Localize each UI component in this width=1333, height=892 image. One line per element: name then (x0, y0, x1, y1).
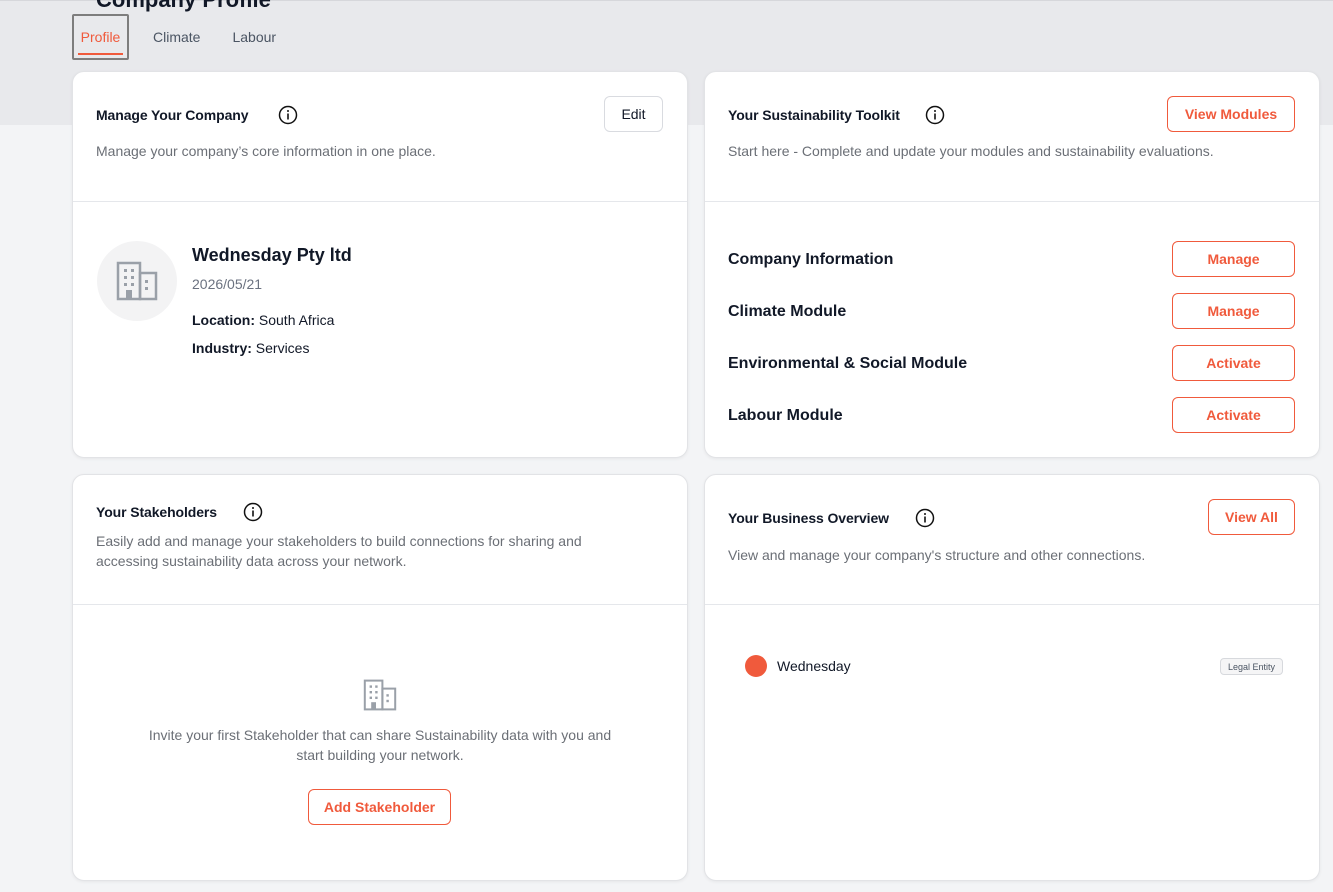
company-date: 2026/05/21 (192, 276, 263, 292)
module-climate: Climate Module (728, 303, 847, 320)
page-title: Company Profile (96, 0, 271, 13)
industry-value: Services (255, 340, 310, 356)
edit-button[interactable]: Edit (604, 96, 663, 132)
module-environmental-social: Environmental & Social Module (728, 355, 968, 372)
card-header: Your Business Overview View and manage y… (705, 475, 1319, 605)
card-header: Your Stakeholders Easily add and manage … (73, 475, 687, 605)
toolkit-card: Your Sustainability Toolkit Start here -… (704, 71, 1320, 458)
company-location: Location: South Africa (192, 312, 334, 328)
manage-climate-button[interactable]: Manage (1172, 293, 1295, 329)
entity-type-badge: Legal Entity (1220, 658, 1283, 675)
info-icon[interactable] (243, 502, 263, 522)
card-header: Manage Your Company Manage your company’… (73, 72, 687, 202)
view-modules-button[interactable]: View Modules (1167, 96, 1295, 132)
company-avatar (97, 241, 177, 321)
card-title: Manage Your Company (96, 107, 249, 123)
view-all-button[interactable]: View All (1208, 499, 1295, 535)
card-description: Manage your company’s core information i… (96, 143, 436, 159)
location-label: Location: (192, 312, 255, 328)
entity-row[interactable]: Wednesday Legal Entity (705, 605, 1319, 705)
add-stakeholder-button[interactable]: Add Stakeholder (308, 789, 451, 825)
industry-label: Industry: (192, 340, 252, 356)
company-industry: Industry: Services (192, 340, 309, 356)
activate-environmental-social-button[interactable]: Activate (1172, 345, 1295, 381)
module-labour: Labour Module (728, 407, 843, 424)
tab-profile[interactable]: Profile (72, 14, 129, 60)
entity-name: Wednesday (777, 658, 851, 674)
manage-company-information-button[interactable]: Manage (1172, 241, 1295, 277)
card-description-line-2: accessing sustainability data across you… (96, 553, 407, 569)
building-icon (116, 261, 158, 301)
card-header: Your Sustainability Toolkit Start here -… (705, 72, 1319, 202)
info-icon[interactable] (915, 508, 935, 528)
location-value: South Africa (258, 312, 335, 328)
info-icon[interactable] (925, 105, 945, 125)
module-company-information: Company Information (728, 251, 894, 268)
empty-state-line-1: Invite your first Stakeholder that can s… (148, 727, 612, 743)
card-title: Your Stakeholders (96, 504, 217, 520)
card-description-line-1: Easily add and manage your stakeholders … (96, 533, 582, 549)
info-icon[interactable] (278, 105, 298, 125)
empty-state-line-2: start building your network. (296, 747, 464, 763)
tab-climate[interactable]: Climate (153, 14, 200, 60)
card-description: Start here - Complete and update your mo… (728, 143, 1214, 159)
card-title: Your Sustainability Toolkit (728, 107, 900, 123)
empty-state-text: Invite your first Stakeholder that can s… (113, 725, 647, 765)
card-title: Your Business Overview (728, 510, 889, 526)
tab-bar: Profile Climate Labour (72, 14, 276, 60)
card-description: View and manage your company's structure… (728, 547, 1146, 563)
business-overview-card: Your Business Overview View and manage y… (704, 474, 1320, 881)
stakeholders-card: Your Stakeholders Easily add and manage … (72, 474, 688, 881)
manage-company-card: Manage Your Company Manage your company’… (72, 71, 688, 458)
tab-labour[interactable]: Labour (232, 14, 276, 60)
building-icon (363, 679, 397, 716)
entity-dot (745, 655, 767, 677)
activate-labour-button[interactable]: Activate (1172, 397, 1295, 433)
company-name: Wednesday Pty ltd (192, 245, 352, 265)
